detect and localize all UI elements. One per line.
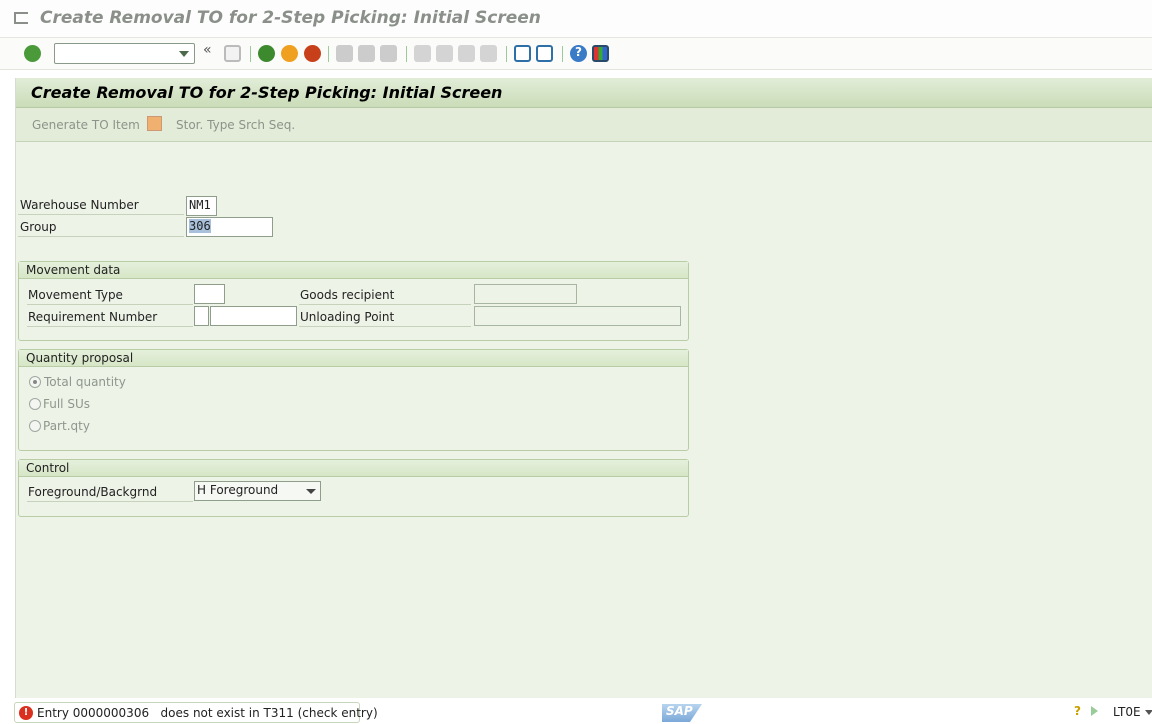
quantity-proposal-group: Quantity proposal Total quantity Full SU… (18, 349, 689, 451)
movement-type-input[interactable] (194, 284, 225, 304)
screen-header: Create Removal TO for 2-Step Picking: In… (16, 78, 1152, 108)
control-group: Control Foreground/Backgrnd H Foreground (18, 459, 689, 517)
command-field[interactable] (54, 43, 195, 64)
transaction-code[interactable]: LT0E (1113, 705, 1141, 719)
divider (299, 326, 471, 327)
divider (27, 326, 193, 327)
error-icon: ! (19, 706, 33, 720)
collapse-icon[interactable]: « (203, 42, 220, 59)
requirement-number-label: Requirement Number (28, 310, 158, 324)
goods-recipient-label: Goods recipient (300, 288, 395, 302)
application-toolbar: Generate TO Item Stor. Type Srch Seq. (16, 108, 1152, 142)
next-page-icon[interactable] (458, 45, 475, 62)
warehouse-number-label: Warehouse Number (20, 198, 139, 212)
print-icon[interactable] (336, 45, 353, 62)
group-title: Quantity proposal (19, 350, 688, 367)
part-qty-label: Part.qty (43, 419, 90, 433)
cancel-icon[interactable] (304, 45, 321, 62)
requirement-type-input[interactable] (194, 306, 209, 326)
goods-recipient-input[interactable] (474, 284, 577, 304)
separator (506, 46, 507, 62)
help-status-icon[interactable]: ? (1074, 704, 1081, 718)
group-title: Control (19, 460, 688, 477)
total-quantity-label: Total quantity (44, 375, 126, 389)
group-label: Group (20, 220, 57, 234)
menu-icon[interactable] (14, 12, 28, 24)
group-value: 306 (189, 219, 211, 233)
new-session-icon[interactable] (514, 45, 531, 62)
movement-type-label: Movement Type (28, 288, 123, 302)
chevron-down-icon[interactable] (179, 51, 189, 57)
group-input[interactable]: 306 (186, 217, 273, 237)
foreground-background-select[interactable]: H Foreground (194, 481, 321, 501)
find-icon[interactable] (358, 45, 375, 62)
storage-type-icon (147, 116, 162, 131)
group-title: Movement data (19, 262, 688, 279)
divider (27, 304, 193, 305)
previous-page-icon[interactable] (436, 45, 453, 62)
find-next-icon[interactable] (380, 45, 397, 62)
movement-data-group: Movement data Movement Type Requirement … (18, 261, 689, 341)
main-area: Create Removal TO for 2-Step Picking: In… (15, 78, 1152, 698)
generate-to-item-button[interactable]: Generate TO Item (32, 118, 140, 132)
divider (299, 304, 471, 305)
shortcut-icon[interactable] (536, 45, 553, 62)
foreground-background-label: Foreground/Backgrnd (28, 485, 158, 499)
chevron-down-icon[interactable] (1145, 710, 1152, 715)
exit-icon[interactable] (281, 45, 298, 62)
play-icon[interactable] (1091, 706, 1098, 716)
selected-value: H Foreground (197, 483, 279, 497)
requirement-number-input[interactable] (210, 306, 297, 326)
separator (250, 46, 251, 62)
divider (18, 214, 184, 215)
separator (328, 46, 329, 62)
help-icon[interactable]: ? (570, 45, 587, 62)
unloading-point-input[interactable] (474, 306, 681, 326)
status-message[interactable]: ! Entry 0000000306 does not exist in T31… (14, 702, 378, 723)
status-bar: ! Entry 0000000306 does not exist in T31… (0, 700, 1152, 724)
warehouse-number-input[interactable]: NM1 (186, 196, 217, 216)
divider (27, 501, 193, 502)
enter-icon[interactable] (24, 45, 41, 62)
window-title: Create Removal TO for 2-Step Picking: In… (40, 8, 541, 28)
page-title: Create Removal TO for 2-Step Picking: In… (31, 83, 503, 102)
system-toolbar: « ? (0, 38, 1152, 70)
full-sus-label: Full SUs (43, 397, 90, 411)
separator (562, 46, 563, 62)
unloading-point-label: Unloading Point (300, 310, 395, 324)
save-icon[interactable] (224, 45, 241, 62)
part-qty-radio[interactable] (29, 420, 41, 432)
total-quantity-radio[interactable] (29, 376, 41, 388)
divider (18, 236, 184, 237)
first-page-icon[interactable] (414, 45, 431, 62)
customize-layout-icon[interactable] (592, 45, 609, 62)
title-bar: Create Removal TO for 2-Step Picking: In… (0, 0, 1152, 38)
chevron-down-icon[interactable] (306, 489, 316, 494)
stor-type-srch-seq-button[interactable]: Stor. Type Srch Seq. (176, 118, 295, 132)
full-sus-radio[interactable] (29, 398, 41, 410)
sap-logo: SAP (662, 704, 702, 722)
status-text: Entry 0000000306 does not exist in T311 … (37, 706, 378, 720)
back-icon[interactable] (258, 45, 275, 62)
last-page-icon[interactable] (480, 45, 497, 62)
separator (406, 46, 407, 62)
